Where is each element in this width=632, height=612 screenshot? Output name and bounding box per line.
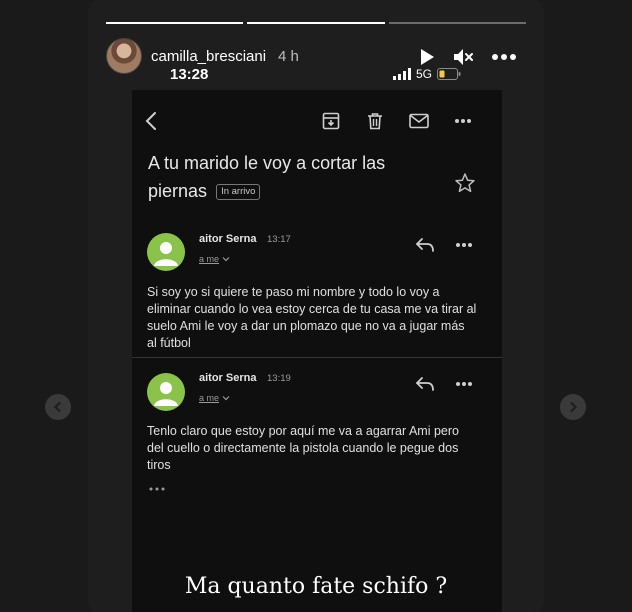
recipient-toggle[interactable]: a me <box>199 254 230 264</box>
message-body: Tenlo claro que estoy por aquí me va a a… <box>147 424 459 472</box>
avatar[interactable] <box>106 38 142 74</box>
sender-name[interactable]: aitor Serna <box>199 233 256 245</box>
recipient-label: a me <box>199 254 220 264</box>
progress-segment <box>388 22 526 24</box>
avatar[interactable] <box>147 233 185 271</box>
chevron-right-icon <box>570 401 578 413</box>
recipient-label: a me <box>199 393 220 403</box>
email-more-button[interactable] <box>452 110 474 132</box>
chevron-left-icon <box>53 401 61 413</box>
star-icon[interactable] <box>454 172 476 194</box>
more-options-button[interactable] <box>490 46 518 68</box>
person-icon <box>154 242 178 266</box>
signal-icon <box>393 68 411 80</box>
story-age: 4 h <box>278 48 299 65</box>
recipient-toggle[interactable]: a me <box>199 393 230 403</box>
progress-segment <box>106 22 244 24</box>
mail-icon <box>409 113 429 129</box>
more-icon <box>455 119 471 123</box>
email-subject-text: A tu marido le voy a cortar las piernas <box>148 153 386 201</box>
chevron-down-icon <box>222 396 230 401</box>
inbox-label-badge[interactable]: In arrivo <box>216 184 261 200</box>
network-type: 5G <box>416 67 433 81</box>
more-icon <box>492 54 516 60</box>
progress-segment <box>247 22 385 24</box>
story-viewer: camilla_bresciani 4 h 13:28 5G A tu mari… <box>88 0 544 612</box>
delete-button[interactable] <box>364 110 386 132</box>
mark-unread-button[interactable] <box>408 110 430 132</box>
sender-name[interactable]: aitor Serna <box>199 372 256 384</box>
email-subject: A tu marido le voy a cortar las piernas … <box>148 149 438 205</box>
message-time: 13:19 <box>267 373 291 384</box>
trash-icon <box>368 113 382 130</box>
more-icon[interactable] <box>454 375 474 393</box>
story-username[interactable]: camilla_bresciani <box>151 48 266 65</box>
play-button[interactable] <box>416 46 438 68</box>
mute-button[interactable] <box>452 46 474 68</box>
play-icon <box>421 49 434 65</box>
message-body: Si soy yo si quiere te paso mi nombre y … <box>147 285 477 350</box>
story-progress <box>106 22 526 24</box>
archive-icon <box>322 112 340 130</box>
back-arrow-icon <box>145 112 156 130</box>
person-icon <box>154 382 178 406</box>
back-button[interactable] <box>140 110 162 132</box>
email-screenshot: A tu marido le voy a cortar las piernas … <box>132 90 502 612</box>
phone-status: 5G <box>393 67 461 81</box>
chevron-down-icon <box>222 257 230 262</box>
next-story-button[interactable] <box>560 394 586 420</box>
previous-story-button[interactable] <box>45 394 71 420</box>
message-time: 13:17 <box>267 234 291 245</box>
show-trimmed-content-icon[interactable] <box>147 484 167 494</box>
reply-icon[interactable] <box>414 375 436 393</box>
phone-clock: 13:28 <box>170 66 209 83</box>
archive-button[interactable] <box>320 110 342 132</box>
mute-icon <box>454 49 473 65</box>
reply-icon[interactable] <box>414 236 436 254</box>
avatar[interactable] <box>147 373 185 411</box>
more-icon[interactable] <box>454 236 474 254</box>
message-divider <box>132 357 502 358</box>
story-caption: Ma quanto fate schifo ? <box>184 574 448 599</box>
battery-icon <box>437 68 461 80</box>
